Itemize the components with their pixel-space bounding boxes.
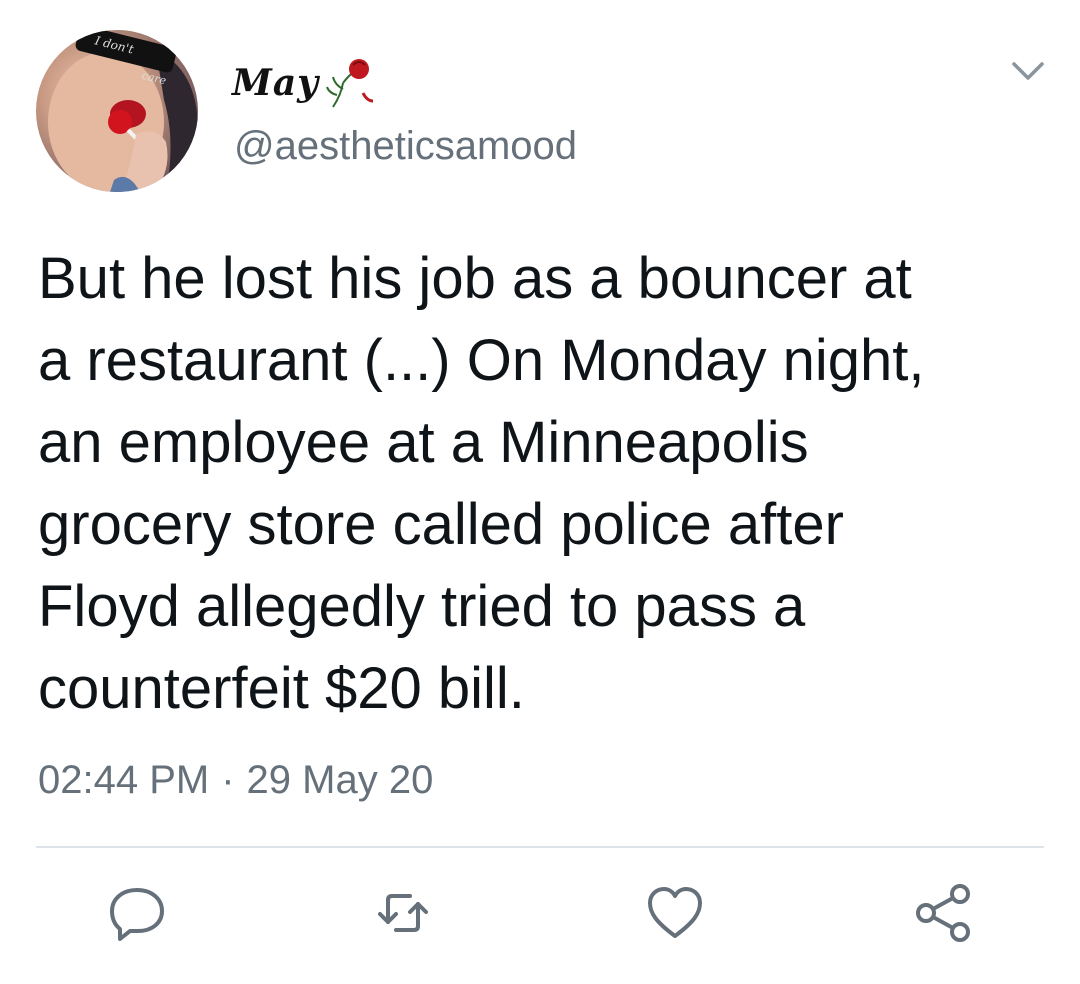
speech-bubble-icon xyxy=(110,888,164,941)
retweet-button[interactable] xyxy=(368,878,438,948)
tweet-date: 29 May 20 xyxy=(246,758,434,802)
user-handle[interactable]: @aestheticsamood xyxy=(234,124,577,169)
like-button[interactable] xyxy=(640,878,710,948)
avatar[interactable]: I don't care xyxy=(36,30,198,192)
tweet-card: I don't care May @aestheticsamood But he… xyxy=(0,0,1080,984)
rose-emoji-icon xyxy=(326,59,374,108)
display-name[interactable]: May xyxy=(232,58,379,108)
tweet-time: 02:44 PM xyxy=(38,758,210,802)
heart-icon xyxy=(648,887,702,938)
timestamp-separator: · xyxy=(221,758,235,802)
tweet-actions xyxy=(0,878,1080,958)
divider xyxy=(36,846,1044,848)
avatar-image: I don't care xyxy=(48,30,198,192)
display-name-text: May xyxy=(232,62,320,104)
tweet-timestamp[interactable]: 02:44 PM · 29 May 20 xyxy=(38,758,433,803)
tweet-text: But he lost his job as a bouncer at a re… xyxy=(38,246,925,721)
retweet-icon xyxy=(378,894,428,932)
reply-button[interactable] xyxy=(102,878,172,948)
share-button[interactable] xyxy=(908,878,978,948)
chevron-down-icon[interactable] xyxy=(1008,56,1048,86)
share-icon xyxy=(916,884,970,942)
